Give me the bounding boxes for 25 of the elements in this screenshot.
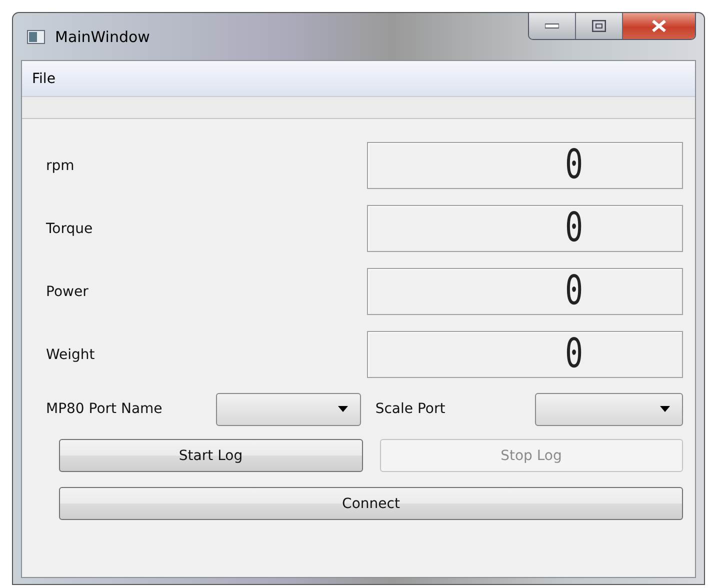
port-dropdown[interactable]	[535, 392, 683, 426]
dropdown-arrow-icon	[660, 406, 670, 412]
lcd-value: 0	[564, 208, 583, 249]
dropdown-arrow-icon	[338, 406, 348, 412]
port-label: Scale Port	[375, 401, 446, 417]
close-icon	[651, 20, 667, 32]
log-button[interactable]: Start Log	[59, 439, 362, 472]
close-button[interactable]	[623, 13, 695, 39]
app-icon	[27, 30, 45, 44]
minimize-button[interactable]	[529, 13, 576, 39]
reading-label: Weight	[46, 346, 96, 362]
lcd-value: 0	[564, 271, 583, 312]
maximize-icon	[592, 20, 606, 32]
window-title: MainWindow	[55, 28, 150, 46]
menu-item[interactable]: File	[32, 70, 56, 86]
reading-label: Power	[46, 284, 90, 300]
maximize-button[interactable]	[576, 13, 623, 39]
minimize-icon	[545, 23, 559, 29]
port-label: MP80 Port Name	[46, 401, 164, 417]
port-dropdown[interactable]	[216, 392, 362, 426]
lcd-value: 0	[564, 334, 583, 375]
reading-label: rpm	[46, 158, 76, 174]
reading-label: Torque	[46, 220, 94, 236]
connect-button[interactable]: Connect	[59, 487, 683, 520]
lcd-value: 0	[564, 145, 583, 186]
